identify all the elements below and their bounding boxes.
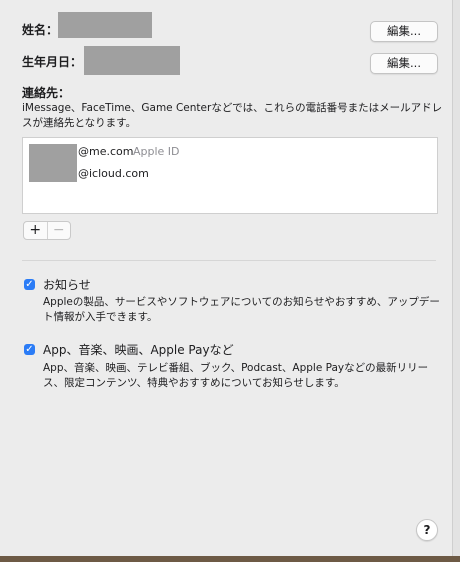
media-title: App、音楽、映画、Apple Payなど [43,343,234,357]
birthday-redacted [84,46,180,75]
email-me-com[interactable]: @me.com [78,145,133,158]
edit-birthday-button[interactable]: 編集... [370,53,438,74]
news-description-line2: ト情報が入手できます。 [43,311,158,323]
birthday-label: 生年月日： [22,55,83,69]
apple-id-tag: Apple ID [133,145,180,158]
add-remove-control: + − [23,221,71,240]
news-description-line1: Appleの製品、サービスやソフトウェアについてのお知らせやおすすめ、アップデー [43,296,440,308]
add-email-button[interactable]: + [24,222,47,239]
desktop-background-strip [0,556,460,562]
help-button[interactable]: ? [416,519,438,541]
remove-email-button[interactable]: − [46,222,71,239]
email-icloud-com[interactable]: @icloud.com [78,167,149,180]
section-divider [22,260,436,261]
edit-name-button[interactable]: 編集... [370,21,438,42]
media-checkbox[interactable]: ✓ [24,344,35,355]
media-description-line2: ス、限定コンテンツ、特典やおすすめについてお知らせします。 [43,377,345,389]
contact-description-line2: スが連絡先となります。 [22,117,137,129]
contact-label: 連絡先： [22,86,71,100]
news-checkbox[interactable]: ✓ [24,279,35,290]
contact-description-line1: iMessage、FaceTime、Game Centerなどでは、これらの電話… [22,102,443,114]
window-right-edge [452,0,460,562]
media-description-line1: App、音楽、映画、テレビ番組、ブック、Podcast、Apple Payなどの… [43,362,429,374]
contact-email-list[interactable]: @me.com Apple ID @icloud.com [22,137,438,214]
name-label: 姓名： [22,23,59,37]
email-prefix-redacted [29,144,77,182]
news-title: お知らせ [43,278,91,292]
account-details-panel: 姓名： 編集... 生年月日： 編集... 連絡先： iMessage、Face… [0,0,452,562]
name-redacted [58,12,152,38]
